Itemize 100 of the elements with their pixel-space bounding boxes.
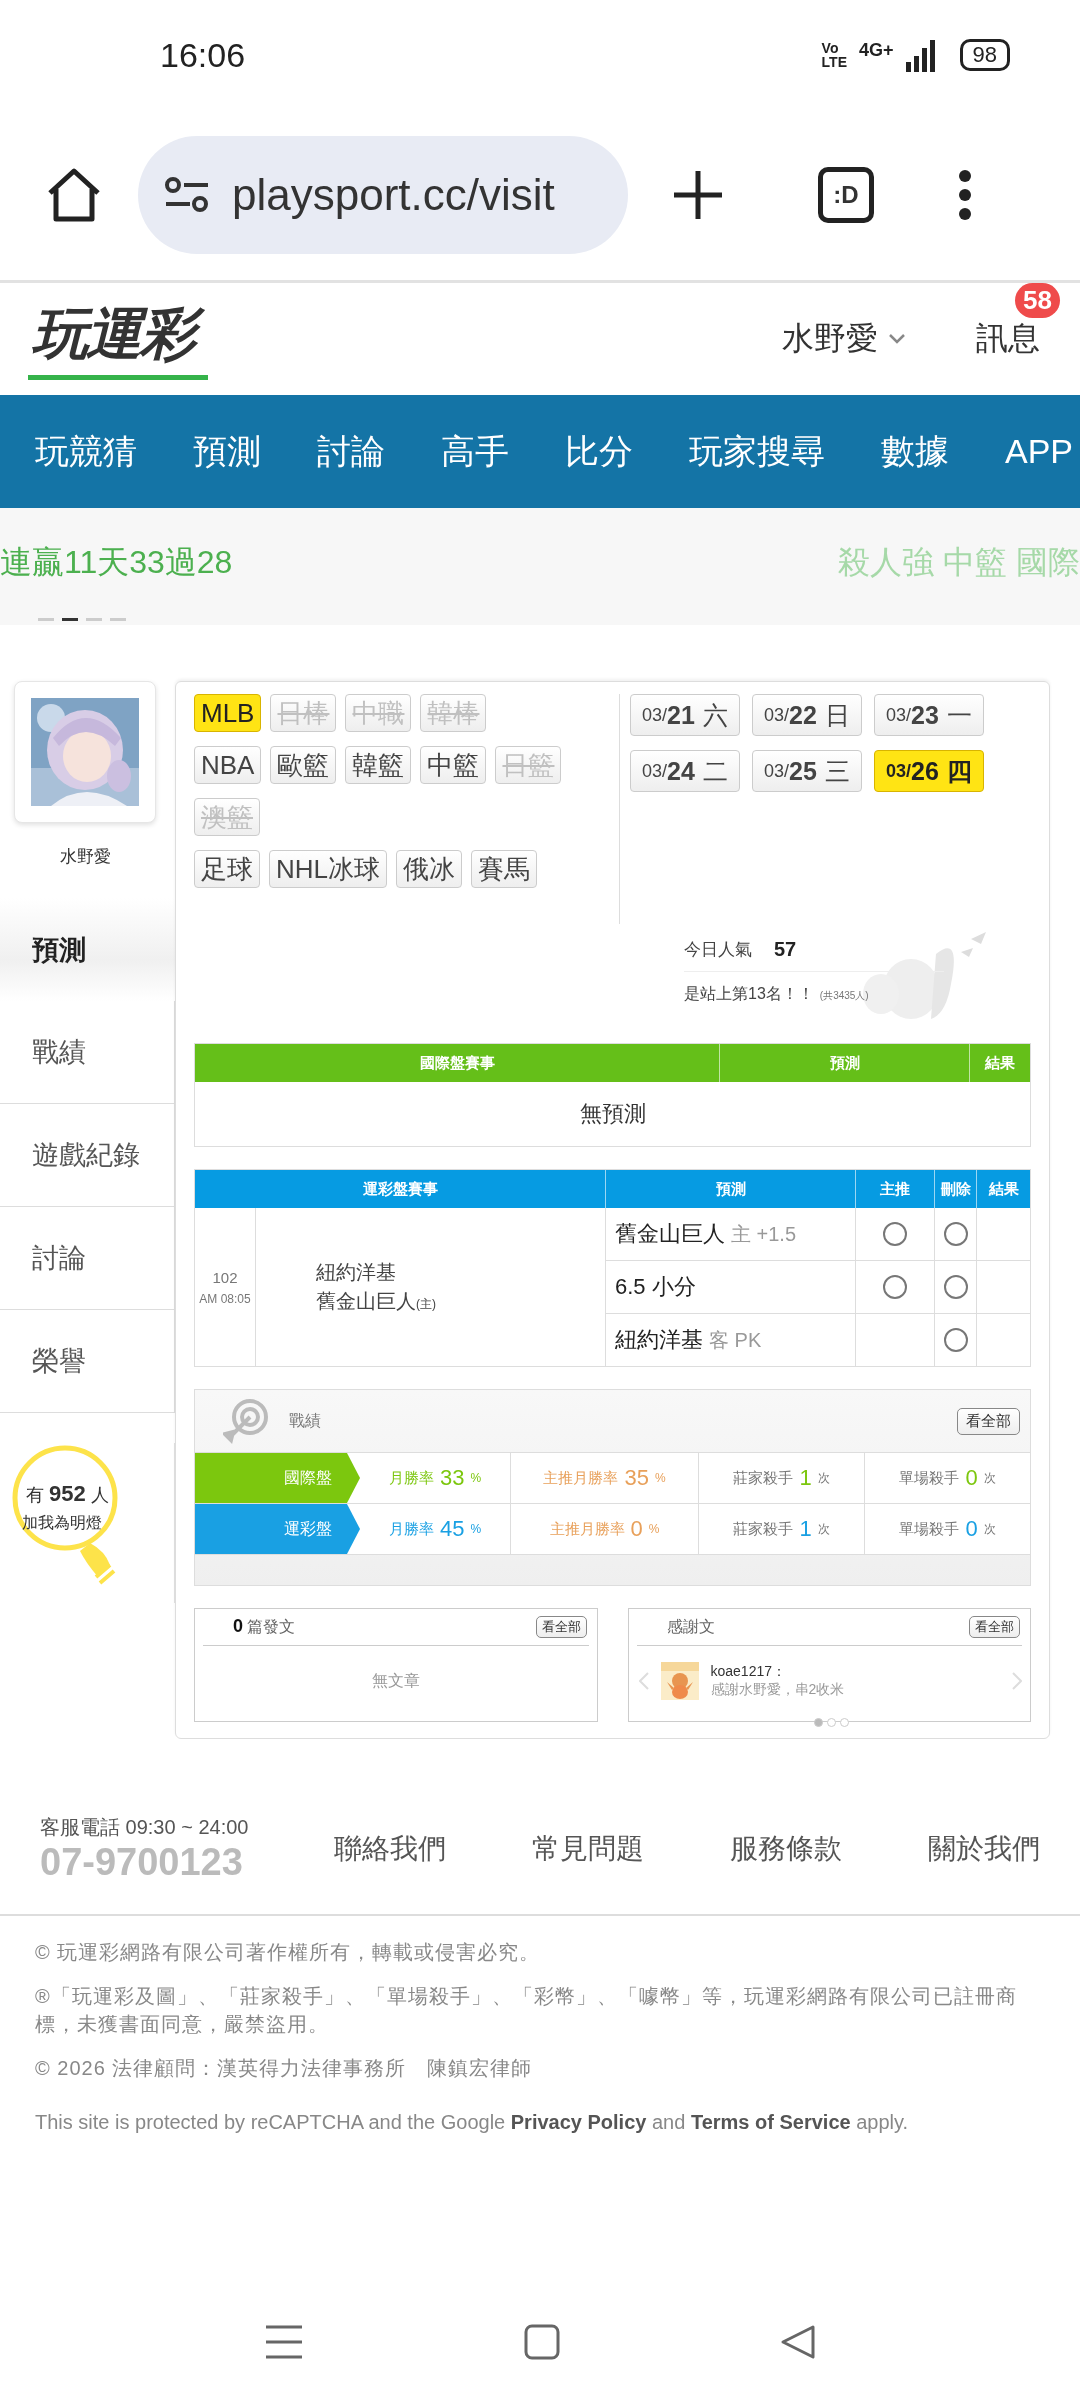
footer-link[interactable]: 關於我們 <box>927 1830 1040 1868</box>
carousel-dot[interactable] <box>839 1718 849 1727</box>
team-name: 舊金山巨人(主) <box>316 1289 437 1314</box>
delete-radio[interactable] <box>943 1328 968 1352</box>
user-menu[interactable]: 水野愛 <box>782 317 906 361</box>
empty-message: 無預測 <box>578 1100 647 1128</box>
league-tag[interactable]: NHL冰球 <box>269 850 387 888</box>
league-tag[interactable]: 歐籃 <box>270 746 337 784</box>
nav-item[interactable]: APP <box>1005 432 1074 471</box>
tab-switcher-button[interactable]: :D <box>818 167 874 223</box>
date-tab[interactable]: 03/26 四 <box>874 750 984 792</box>
carousel-dot[interactable] <box>813 1718 823 1727</box>
recaptcha-notice: This site is protected by reCAPTCHA and the Google Privacy Policy and Terms of Service apply. <box>35 2110 910 2135</box>
column-header: 預測 <box>606 1170 856 1208</box>
caret-icon <box>888 333 906 345</box>
back-icon[interactable] <box>780 2324 816 2360</box>
stat-value: 主推月勝率 0 % <box>511 1504 699 1554</box>
prediction-text: 6.5 小分 <box>606 1261 856 1313</box>
column-header: 預測 <box>720 1044 970 1082</box>
date-tab[interactable]: 03/24 二 <box>630 750 740 792</box>
posts-count: 0 篇發文 <box>233 1616 296 1638</box>
signal-icon <box>905 38 936 72</box>
volte-label: Vo LTE <box>821 41 847 69</box>
user-name: 水野愛 <box>60 846 112 868</box>
column-header: 結果 <box>987 1178 1020 1199</box>
delete-radio[interactable] <box>943 1222 968 1246</box>
stat-value: 單場殺手 0 次 <box>898 1515 997 1543</box>
address-bar[interactable]: playsport.cc/visit <box>138 136 628 254</box>
game-number: 102 <box>212 1268 238 1286</box>
stat-value: 莊家殺手 1 次 <box>699 1504 865 1554</box>
team-name: 紐約洋基 <box>316 1260 397 1285</box>
game-time: AM 08:05 <box>199 1291 251 1306</box>
stat-value: 主推月勝率 35 % <box>511 1453 699 1503</box>
date-tab[interactable]: 03/23 一 <box>874 694 984 736</box>
thanks-user[interactable]: koae1217： <box>710 1663 1000 1681</box>
new-tab-icon[interactable] <box>672 169 724 221</box>
view-all-button[interactable]: 看全部 <box>969 1616 1020 1638</box>
delete-radio[interactable] <box>943 1275 968 1299</box>
phone-number: 07-9700123 <box>40 1841 244 1884</box>
site-logo[interactable]: 玩運彩 <box>28 298 208 380</box>
footer-link[interactable]: 聯絡我們 <box>334 1830 447 1868</box>
legal-text: © 2026 法律顧問：漢英得力法律事務所 陳鎮宏律師 <box>35 2056 534 2081</box>
fans-caption: 加我為明燈 <box>22 1513 102 1533</box>
nav-item[interactable]: 討論 <box>317 428 385 475</box>
prediction-text: 紐約洋基 客 PK <box>606 1314 856 1366</box>
view-all-button[interactable]: 看全部 <box>535 1616 587 1638</box>
sidebar-item[interactable]: 遊戲紀錄 <box>0 1104 175 1207</box>
target-icon <box>223 1398 269 1444</box>
nav-item[interactable]: 預測 <box>193 428 261 475</box>
column-header: 運彩盤賽事 <box>195 1170 606 1208</box>
featured-radio[interactable] <box>883 1275 907 1299</box>
league-tag[interactable]: MLB <box>194 694 262 732</box>
nav-item[interactable]: 玩家搜尋 <box>689 428 825 475</box>
nav-item[interactable]: 比分 <box>565 428 633 475</box>
footer-link[interactable]: 常見問題 <box>532 1830 645 1868</box>
thanks-message: 感謝水野愛，串2收米 <box>710 1681 846 1699</box>
hotline-label: 客服電話 09:30 ~ 24:00 <box>40 1815 249 1840</box>
popularity-label: 今日人氣 <box>684 939 752 961</box>
prediction-text: 舊金山巨人 主 +1.5 <box>606 1208 856 1260</box>
date-tab[interactable]: 03/21 六 <box>630 694 740 736</box>
nav-item[interactable]: 數據 <box>881 428 949 475</box>
column-header: 主推 <box>856 1170 935 1208</box>
league-tag[interactable]: 中籃 <box>420 746 487 784</box>
status-time: 16:06 <box>160 35 246 75</box>
rank-text: 是站上第13名！！ <box>684 984 814 1004</box>
sidebar-item[interactable]: 戰績 <box>0 1001 175 1104</box>
fans-count: 有 952 人 <box>26 1481 109 1507</box>
stat-value: 月勝率 45 % <box>360 1504 511 1554</box>
menu-icon[interactable] <box>958 169 972 221</box>
site-settings-icon[interactable] <box>164 175 210 215</box>
league-tag[interactable]: NBA <box>194 746 262 784</box>
carousel-dot[interactable] <box>826 1718 836 1727</box>
view-all-button[interactable]: 看全部 <box>957 1407 1020 1435</box>
date-tab[interactable]: 03/25 三 <box>752 750 862 792</box>
date-tab[interactable]: 03/22 日 <box>752 694 862 736</box>
league-tag[interactable]: 韓籃 <box>345 746 412 784</box>
legal-text: ®「玩運彩及圖」、「莊家殺手」、「單場殺手」、「彩幣」、「噱幣」等，玩運彩網路有限公司已註冊商標，未獲書面同意，嚴禁盜用。 <box>35 1984 1018 2037</box>
stats-title: 戰績 <box>289 1410 322 1431</box>
legal-text: © 玩運彩網路有限公司著作權所有，轉載或侵害必究。 <box>35 1940 542 1965</box>
thanks-title: 感謝文 <box>666 1616 715 1637</box>
nav-item[interactable]: 高手 <box>441 428 509 475</box>
stat-value: 月勝率 33 % <box>360 1453 511 1503</box>
network-label: 4G+ <box>859 40 894 61</box>
footer-link[interactable]: 服務條款 <box>730 1830 843 1868</box>
sidebar-item[interactable]: 討論 <box>0 1207 175 1310</box>
league-tag[interactable]: 足球 <box>194 850 260 888</box>
league-tag[interactable]: 俄冰 <box>396 850 462 888</box>
market-label: 國際盤 <box>195 1453 360 1503</box>
message-count-badge: 58 <box>1015 283 1060 318</box>
messages-link[interactable]: 訊息 <box>976 317 1040 361</box>
column-header: 刪除 <box>935 1170 977 1208</box>
empty-message: 無文章 <box>371 1670 420 1691</box>
league-tag[interactable]: 賽馬 <box>471 850 537 888</box>
column-header: 結果 <box>983 1052 1016 1073</box>
sidebar-item[interactable]: 榮譽 <box>0 1310 175 1413</box>
stat-value: 單場殺手 0 次 <box>898 1464 997 1492</box>
column-header: 國際盤賽事 <box>195 1044 720 1082</box>
featured-radio[interactable] <box>883 1222 907 1246</box>
nav-item[interactable]: 玩競猜 <box>35 428 137 475</box>
stat-value: 莊家殺手 1 次 <box>699 1453 865 1503</box>
